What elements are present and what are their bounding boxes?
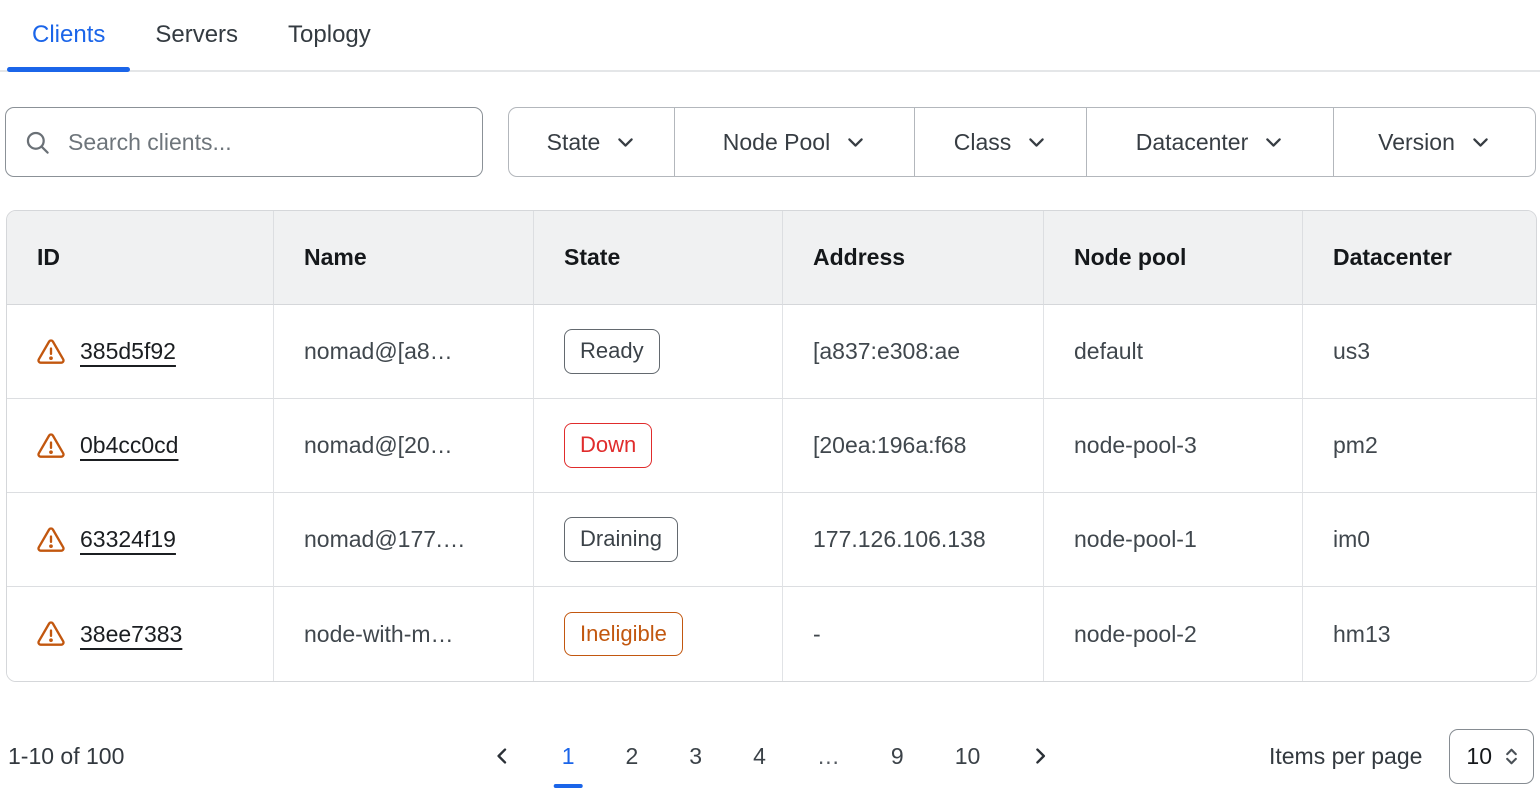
- client-datacenter: hm13: [1303, 587, 1536, 681]
- tab-bar: Clients Servers Toplogy: [0, 0, 1540, 72]
- client-node-pool: default: [1044, 305, 1303, 399]
- client-name: nomad@177.…: [274, 493, 534, 587]
- client-name: node-with-m…: [274, 587, 534, 681]
- filter-datacenter-label: Datacenter: [1136, 129, 1249, 156]
- page-button-9[interactable]: 9: [878, 731, 917, 782]
- warning-triangle-icon: [37, 339, 65, 365]
- column-header-name: Name: [274, 211, 534, 305]
- page-button-10[interactable]: 10: [942, 731, 994, 782]
- client-address: -: [783, 587, 1044, 681]
- chevron-down-icon: [1263, 132, 1284, 153]
- client-id-link[interactable]: 385d5f92: [80, 338, 176, 365]
- column-header-node-pool: Node pool: [1044, 211, 1303, 305]
- results-range-label: 1-10 of 100: [8, 743, 124, 770]
- items-per-page-value: 10: [1466, 743, 1492, 770]
- page-ellipsis: …: [804, 731, 853, 782]
- filter-version[interactable]: Version: [1334, 108, 1535, 176]
- search-icon: [24, 129, 51, 156]
- chevrons-up-down-icon: [1500, 745, 1523, 768]
- page-button-2[interactable]: 2: [613, 731, 652, 782]
- search-box[interactable]: [5, 107, 483, 177]
- state-badge: Draining: [564, 517, 678, 561]
- client-datacenter: im0: [1303, 493, 1536, 587]
- warning-triangle-icon: [37, 433, 65, 459]
- table-header-row: ID Name State Address Node pool Datacent…: [7, 211, 1536, 305]
- search-input[interactable]: [68, 129, 464, 156]
- filter-group: State Node Pool Class Datacenter Version: [508, 107, 1536, 177]
- items-per-page: Items per page 10: [1269, 729, 1534, 784]
- table-footer: 1-10 of 100 1 2 3 4 … 9 10 Items per pag…: [8, 726, 1534, 786]
- client-id-link[interactable]: 38ee7383: [80, 621, 182, 648]
- client-node-pool: node-pool-2: [1044, 587, 1303, 681]
- table-row[interactable]: 0b4cc0cd nomad@[20… Down [20ea:196a:f68 …: [7, 399, 1536, 493]
- tab-clients[interactable]: Clients: [7, 0, 130, 70]
- column-header-datacenter: Datacenter: [1303, 211, 1536, 305]
- table-row[interactable]: 38ee7383 node-with-m… Ineligible - node-…: [7, 587, 1536, 681]
- clients-table: ID Name State Address Node pool Datacent…: [6, 210, 1537, 682]
- filter-state[interactable]: State: [509, 108, 675, 176]
- column-header-address: Address: [783, 211, 1044, 305]
- page-button-1[interactable]: 1: [549, 731, 588, 782]
- column-header-id: ID: [7, 211, 274, 305]
- warning-triangle-icon: [37, 621, 65, 647]
- chevron-down-icon: [845, 132, 866, 153]
- client-address: 177.126.106.138: [783, 493, 1044, 587]
- client-node-pool: node-pool-3: [1044, 399, 1303, 493]
- chevron-down-icon: [615, 132, 636, 153]
- toolbar: State Node Pool Class Datacenter Version: [5, 107, 1536, 177]
- client-datacenter: pm2: [1303, 399, 1536, 493]
- page-button-4[interactable]: 4: [740, 731, 779, 782]
- chevron-down-icon: [1470, 132, 1491, 153]
- filter-class-label: Class: [954, 129, 1012, 156]
- state-badge: Down: [564, 423, 652, 467]
- client-address: [a837:e308:ae: [783, 305, 1044, 399]
- filter-state-label: State: [547, 129, 601, 156]
- filter-class[interactable]: Class: [915, 108, 1087, 176]
- filter-node-pool-label: Node Pool: [723, 129, 830, 156]
- items-per-page-select[interactable]: 10: [1449, 729, 1534, 784]
- tab-servers[interactable]: Servers: [130, 0, 263, 70]
- state-badge: Ineligible: [564, 612, 683, 656]
- filter-node-pool[interactable]: Node Pool: [675, 108, 915, 176]
- chevron-left-icon[interactable]: [482, 737, 524, 775]
- chevron-down-icon: [1026, 132, 1047, 153]
- filter-version-label: Version: [1378, 129, 1455, 156]
- client-address: [20ea:196a:f68: [783, 399, 1044, 493]
- column-header-state: State: [534, 211, 783, 305]
- page-button-3[interactable]: 3: [676, 731, 715, 782]
- client-node-pool: node-pool-1: [1044, 493, 1303, 587]
- client-name: nomad@[20…: [274, 399, 534, 493]
- tab-toplogy[interactable]: Toplogy: [263, 0, 396, 70]
- client-id-link[interactable]: 0b4cc0cd: [80, 432, 178, 459]
- warning-triangle-icon: [37, 527, 65, 553]
- chevron-right-icon[interactable]: [1018, 737, 1060, 775]
- items-per-page-label: Items per page: [1269, 743, 1422, 770]
- table-row[interactable]: 63324f19 nomad@177.… Draining 177.126.10…: [7, 493, 1536, 587]
- state-badge: Ready: [564, 329, 660, 373]
- pagination: 1 2 3 4 … 9 10: [482, 731, 1061, 782]
- client-name: nomad@[a8…: [274, 305, 534, 399]
- client-id-link[interactable]: 63324f19: [80, 526, 176, 553]
- table-row[interactable]: 385d5f92 nomad@[a8… Ready [a837:e308:ae …: [7, 305, 1536, 399]
- client-datacenter: us3: [1303, 305, 1536, 399]
- filter-datacenter[interactable]: Datacenter: [1087, 108, 1334, 176]
